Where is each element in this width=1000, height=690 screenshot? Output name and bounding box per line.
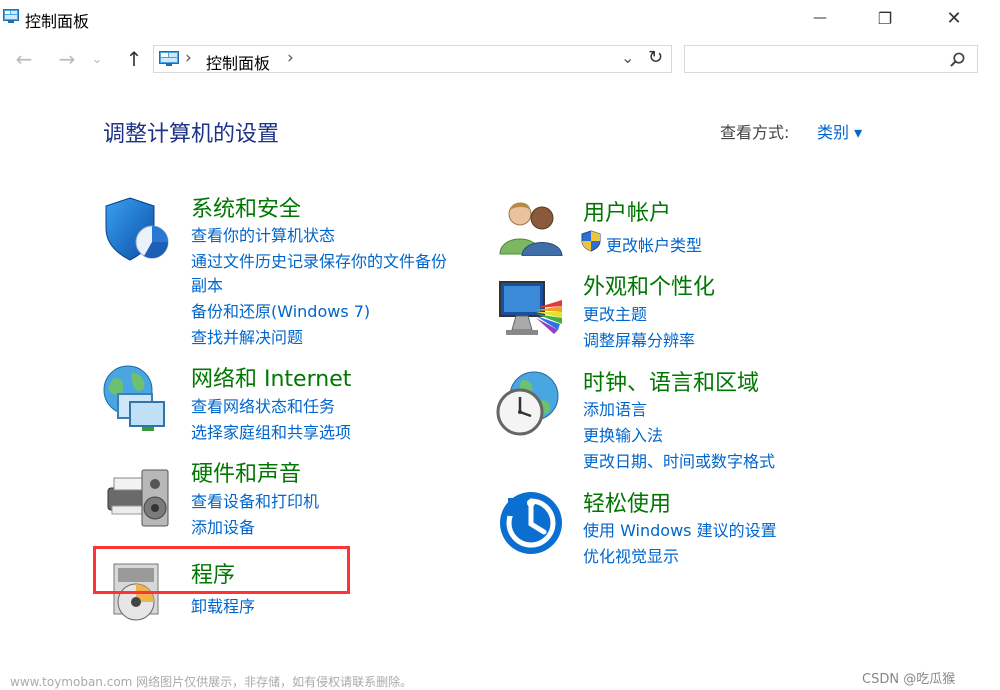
link-backup-restore[interactable]: 备份和还原(Windows 7) (191, 298, 370, 322)
link-view-computer-status[interactable]: 查看你的计算机状态 (191, 222, 335, 246)
title-bar: 控制面板 — ❐ ✕ (0, 0, 1000, 36)
maximize-button[interactable]: ❐ (862, 0, 908, 36)
link-change-date-time-format[interactable]: 更改日期、时间或数字格式 (583, 448, 775, 472)
category-appearance-personalization[interactable]: 外观和个性化 (583, 269, 715, 301)
breadcrumb-separator-icon[interactable]: › (185, 48, 192, 68)
category-ease-of-access[interactable]: 轻松使用 (583, 486, 671, 518)
up-arrow-icon: ↑ (125, 47, 143, 71)
category-clock-language-region[interactable]: 时钟、语言和区域 (583, 365, 759, 397)
forward-button[interactable]: → (55, 47, 79, 71)
page-title: 调整计算机的设置 (103, 122, 280, 147)
link-troubleshoot[interactable]: 查找并解决问题 (191, 324, 303, 348)
back-button[interactable]: ← (12, 47, 36, 71)
link-devices-printers[interactable]: 查看设备和打印机 (191, 488, 319, 512)
category-system-security[interactable]: 系统和安全 (191, 191, 301, 223)
search-box[interactable] (684, 45, 978, 73)
watermark-text: www.toymoban.com 网络图片仅供展示，非存储，如有侵权请联系删除。 (10, 675, 413, 689)
up-button[interactable]: ↑ (122, 47, 146, 71)
recent-locations-button[interactable]: ⌄ (89, 48, 105, 70)
link-change-input-method[interactable]: 更换输入法 (583, 422, 663, 446)
address-dropdown-icon[interactable]: ⌄ (621, 48, 634, 67)
link-change-theme[interactable]: 更改主题 (583, 301, 647, 325)
restore-icon: ❐ (877, 8, 893, 28)
search-icon[interactable] (950, 52, 965, 67)
control-panel-icon (3, 9, 19, 23)
link-homegroup-sharing[interactable]: 选择家庭组和共享选项 (191, 419, 351, 443)
window-title: 控制面板 (25, 12, 90, 31)
chevron-down-icon: ⌄ (91, 51, 103, 67)
close-icon: ✕ (946, 7, 962, 29)
refresh-icon[interactable]: ↻ (648, 47, 663, 68)
link-optimize-visual-display[interactable]: 优化视觉显示 (583, 543, 679, 567)
uac-shield-icon (581, 230, 601, 252)
link-adjust-resolution[interactable]: 调整屏幕分辨率 (583, 327, 695, 351)
category-hardware-sound[interactable]: 硬件和声音 (191, 456, 301, 488)
highlight-box (93, 546, 350, 594)
view-by-label: 查看方式: (720, 123, 790, 142)
link-file-history-backup-cont[interactable]: 副本 (191, 272, 223, 296)
minimize-icon: — (813, 10, 827, 26)
link-uninstall-program[interactable]: 卸载程序 (191, 593, 255, 617)
appearance-monitor-icon[interactable] (496, 278, 566, 342)
search-input[interactable] (689, 49, 943, 71)
control-panel-small-icon (159, 51, 179, 66)
csdn-watermark: CSDN @吃瓜猴 (862, 672, 956, 687)
shield-icon[interactable] (104, 196, 172, 264)
link-windows-recommended-settings[interactable]: 使用 Windows 建议的设置 (583, 517, 777, 541)
view-by-dropdown[interactable]: 类别 ▾ (817, 119, 862, 143)
close-button[interactable]: ✕ (931, 0, 977, 36)
minimize-button[interactable]: — (797, 0, 843, 36)
back-arrow-icon: ← (15, 47, 33, 71)
forward-arrow-icon: → (58, 47, 76, 71)
link-add-language[interactable]: 添加语言 (583, 396, 647, 420)
link-add-device[interactable]: 添加设备 (191, 514, 255, 538)
network-globe-icon[interactable] (102, 364, 168, 434)
ease-of-access-icon[interactable] (498, 490, 564, 556)
link-network-status[interactable]: 查看网络状态和任务 (191, 393, 335, 417)
printer-speaker-icon[interactable] (104, 462, 172, 532)
user-accounts-icon[interactable] (498, 198, 564, 256)
breadcrumb-control-panel[interactable]: 控制面板 (206, 50, 270, 74)
address-bar[interactable]: › 控制面板 › ⌄ ↻ (153, 45, 672, 73)
link-change-account-type[interactable]: 更改帐户类型 (606, 232, 702, 256)
breadcrumb-expand-icon[interactable]: › (287, 48, 294, 68)
category-network-internet[interactable]: 网络和 Internet (191, 361, 351, 393)
link-file-history-backup[interactable]: 通过文件历史记录保存你的文件备份 (191, 248, 447, 272)
category-user-accounts[interactable]: 用户帐户 (583, 195, 671, 227)
clock-globe-icon[interactable] (496, 370, 564, 438)
